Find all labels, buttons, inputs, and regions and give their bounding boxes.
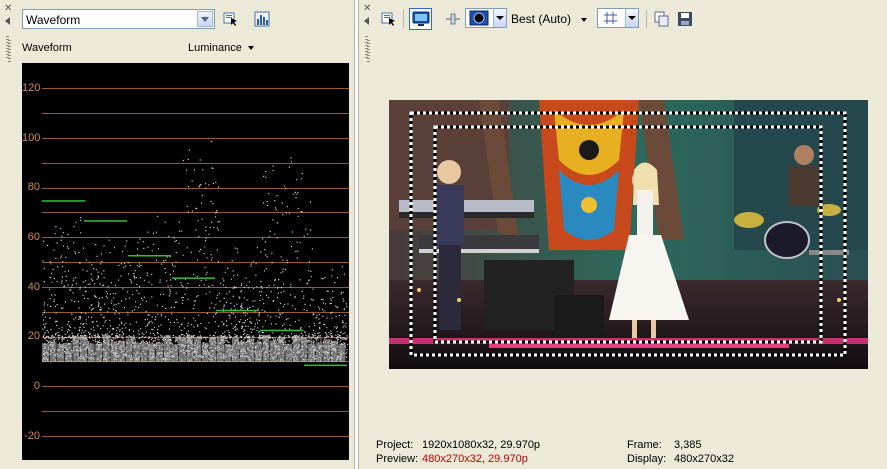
drag-grip-icon[interactable] — [8, 40, 11, 62]
preview-status-value: 480x270x32, 29.970p — [422, 453, 528, 465]
drag-grip-icon[interactable] — [367, 40, 370, 62]
overlay-icon — [469, 10, 489, 26]
display-status-value: 480x270x32 — [674, 453, 734, 465]
properties-icon — [381, 12, 395, 26]
frame-status-value: 3,385 — [674, 439, 702, 451]
waveform-trace — [42, 141, 349, 367]
collapse-arrow-icon[interactable] — [5, 17, 10, 25]
waveform-display: 120 100 80 60 40 20 0 -20 — [22, 63, 349, 460]
save-snapshot-button[interactable] — [675, 9, 695, 29]
chevron-down-icon[interactable] — [197, 11, 213, 27]
scope-type-select[interactable]: Waveform — [22, 9, 215, 29]
update-scopes-button[interactable] — [221, 9, 241, 29]
close-icon[interactable]: ✕ — [363, 4, 371, 14]
display-status-label: Display: — [627, 453, 667, 465]
split-screen-icon — [446, 13, 460, 25]
toolbar-separator — [646, 10, 647, 28]
video-frame-image — [389, 100, 868, 369]
update-scopes-icon — [223, 12, 237, 26]
panel-side-strip: ✕ — [0, 0, 16, 469]
preview-properties-button[interactable] — [379, 9, 399, 29]
overlays-button[interactable] — [465, 8, 507, 28]
scope-title: Waveform — [22, 42, 72, 54]
monitor-icon — [412, 11, 430, 26]
save-icon — [678, 12, 692, 26]
chevron-down-icon — [247, 46, 254, 51]
channel-select[interactable]: Luminance — [188, 42, 254, 54]
toolbar-separator — [403, 10, 404, 28]
chevron-down-icon — [581, 17, 588, 22]
external-monitor-button[interactable] — [409, 8, 432, 30]
video-preview-frame[interactable] — [389, 100, 868, 369]
video-preview-panel: ✕ Best (Auto) Project: 1920x1080x32, 29.… — [358, 0, 887, 469]
split-screen-button[interactable] — [443, 9, 463, 29]
panel-side-strip: ✕ — [359, 0, 375, 469]
close-icon[interactable]: ✕ — [4, 4, 12, 14]
video-scopes-panel: ✕ Waveform Waveform Luminance 120 100 80… — [0, 0, 355, 469]
grid-overlay-button[interactable] — [597, 8, 639, 28]
project-status-value: 1920x1080x32, 29.970p — [422, 439, 541, 451]
preview-quality-select[interactable]: Best (Auto) — [511, 12, 588, 26]
grid-icon — [604, 12, 617, 24]
copy-snapshot-button[interactable] — [652, 9, 672, 29]
collapse-arrow-icon[interactable] — [364, 17, 369, 25]
chevron-down-icon[interactable] — [493, 9, 506, 27]
frame-status-label: Frame: — [627, 439, 662, 451]
chevron-down-icon[interactable] — [625, 9, 638, 27]
preview-status-label: Preview: — [376, 453, 419, 465]
scope-settings-button[interactable] — [252, 9, 272, 29]
copy-icon — [654, 11, 669, 27]
project-status-label: Project: — [376, 439, 414, 451]
histogram-icon — [254, 11, 270, 27]
